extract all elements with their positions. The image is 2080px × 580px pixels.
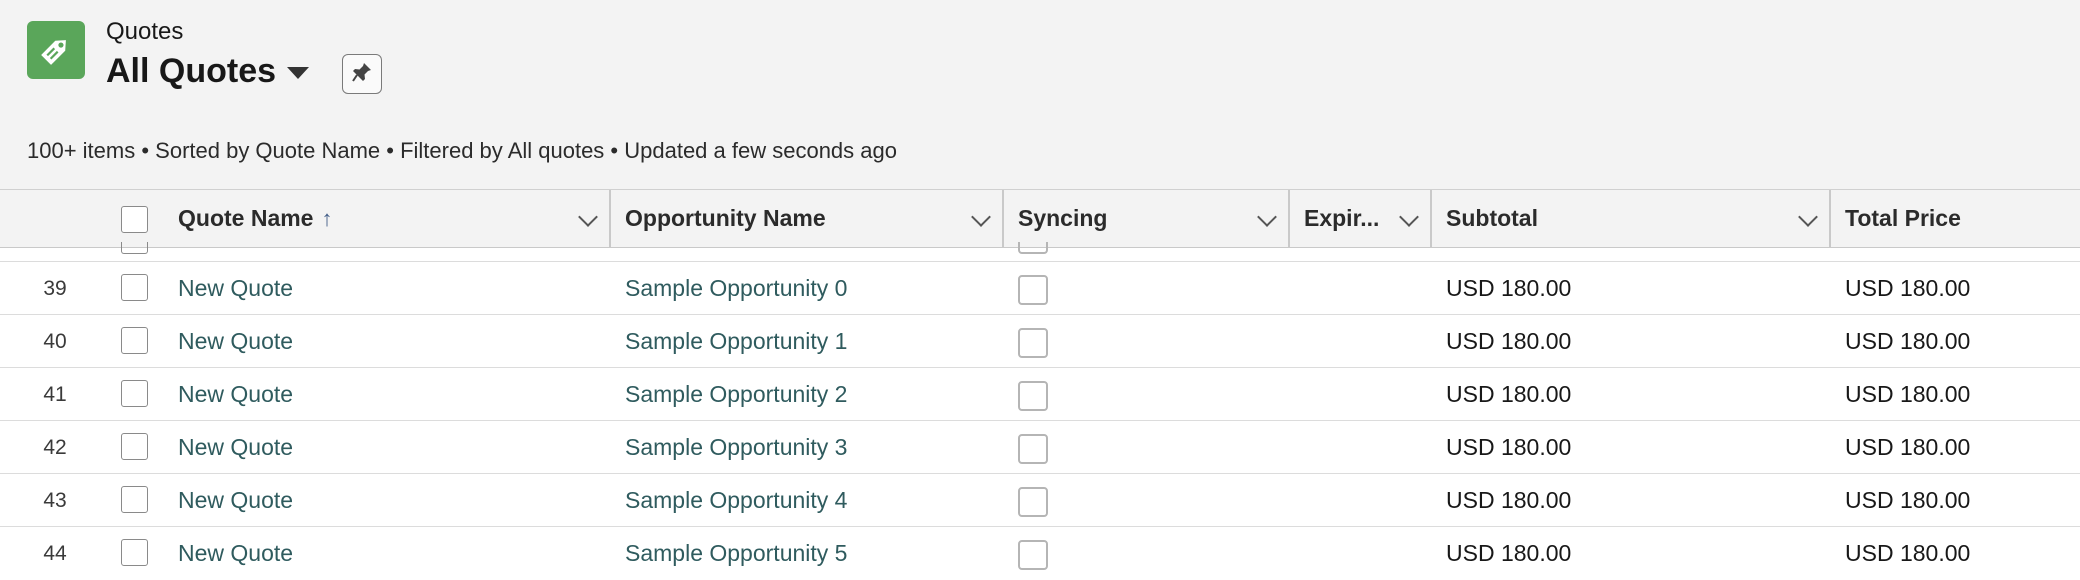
table-row[interactable]: 41 New Quote Sample Opportunity 2 USD 18…	[0, 368, 2080, 421]
total-price-value: USD 180.00	[1845, 434, 1971, 460]
opportunity-name-link[interactable]: Sample Opportunity 3	[625, 421, 847, 474]
opportunity-name-link[interactable]: Sample Opportunity 5	[625, 527, 847, 580]
quote-name-link[interactable]: New Quote	[178, 368, 293, 421]
column-label: Syncing	[1018, 205, 1108, 231]
table-row[interactable]: 43 New Quote Sample Opportunity 4 USD 18…	[0, 474, 2080, 527]
subtotal-value: USD 180.00	[1446, 275, 1572, 301]
chevron-down-icon[interactable]	[971, 207, 991, 227]
row-number: 42	[43, 435, 67, 459]
syncing-checkbox	[1018, 381, 1048, 411]
column-label: Opportunity Name	[625, 205, 826, 231]
row-select-checkbox[interactable]	[121, 486, 148, 513]
total-price-value: USD 180.00	[1845, 540, 1971, 566]
total-price-value: USD 180.00	[1845, 487, 1971, 513]
subtotal-value: USD 180.00	[1446, 381, 1572, 407]
row-number: 39	[43, 276, 67, 300]
row-number: 43	[43, 488, 67, 512]
chevron-down-icon[interactable]	[1399, 207, 1419, 227]
table-header: Quote Name ↑ Opportunity Name Syncing Ex…	[0, 189, 2080, 248]
pin-button[interactable]	[342, 54, 382, 94]
quote-name-link[interactable]: New Quote	[178, 315, 293, 368]
subtotal-value: USD 180.00	[1446, 487, 1572, 513]
row-select-checkbox[interactable]	[121, 274, 148, 301]
row-number: 41	[43, 382, 67, 406]
row-select-checkbox[interactable]	[121, 539, 148, 566]
chevron-down-icon[interactable]	[1257, 207, 1277, 227]
column-header-total-price[interactable]: Total Price	[1830, 190, 2080, 247]
syncing-checkbox	[1018, 328, 1048, 358]
opportunity-name-link[interactable]: Sample Opportunity 1	[625, 315, 847, 368]
column-label: Total Price	[1845, 205, 1961, 231]
subtotal-value: USD 180.00	[1446, 328, 1572, 354]
object-label: Quotes	[106, 18, 184, 45]
table-row[interactable]: 40 New Quote Sample Opportunity 1 USD 18…	[0, 315, 2080, 368]
quote-name-link[interactable]: New Quote	[178, 262, 293, 315]
row-select-checkbox[interactable]	[121, 380, 148, 407]
syncing-checkbox	[1018, 487, 1048, 517]
list-view-title[interactable]: All Quotes	[106, 52, 276, 91]
row-number: 40	[43, 329, 67, 353]
sort-ascending-icon: ↑	[321, 205, 333, 231]
row-select-checkbox[interactable]	[121, 327, 148, 354]
table-row[interactable]: 42 New Quote Sample Opportunity 3 USD 18…	[0, 421, 2080, 474]
column-header-quote-name[interactable]: Quote Name ↑	[163, 190, 609, 247]
syncing-checkbox	[1018, 434, 1048, 464]
syncing-checkbox	[1018, 540, 1048, 570]
chevron-down-icon[interactable]	[1798, 207, 1818, 227]
column-label: Subtotal	[1446, 205, 1538, 231]
column-header-subtotal[interactable]: Subtotal	[1431, 190, 1829, 247]
quote-name-link[interactable]: New Quote	[178, 421, 293, 474]
column-header-expiration[interactable]: Expir...	[1289, 190, 1430, 247]
syncing-checkbox	[1018, 275, 1048, 305]
table-row[interactable]: 39 New Quote Sample Opportunity 0 USD 18…	[0, 262, 2080, 315]
total-price-value: USD 180.00	[1845, 328, 1971, 354]
quote-name-link[interactable]: New Quote	[178, 527, 293, 580]
subtotal-value: USD 180.00	[1446, 540, 1572, 566]
price-tag-icon	[27, 21, 85, 79]
select-all-checkbox[interactable]	[121, 206, 148, 233]
caret-down-icon[interactable]	[287, 67, 309, 79]
opportunity-name-link[interactable]: Sample Opportunity 4	[625, 474, 847, 527]
list-meta-info: 100+ items • Sorted by Quote Name • Filt…	[27, 138, 897, 163]
pin-icon	[350, 60, 374, 89]
row-number: 44	[43, 541, 67, 565]
total-price-value: USD 180.00	[1845, 275, 1971, 301]
subtotal-value: USD 180.00	[1446, 434, 1572, 460]
table-row-partial	[0, 242, 2080, 262]
table-row[interactable]: 44 New Quote Sample Opportunity 5 USD 18…	[0, 527, 2080, 580]
column-label: Quote Name	[178, 205, 314, 231]
opportunity-name-link[interactable]: Sample Opportunity 0	[625, 262, 847, 315]
quote-name-link[interactable]: New Quote	[178, 474, 293, 527]
chevron-down-icon[interactable]	[578, 207, 598, 227]
column-label: Expir...	[1304, 205, 1380, 231]
opportunity-name-link[interactable]: Sample Opportunity 2	[625, 368, 847, 421]
column-header-opportunity-name[interactable]: Opportunity Name	[610, 190, 1002, 247]
total-price-value: USD 180.00	[1845, 381, 1971, 407]
page-header: Quotes All Quotes 100+ items • Sorted by…	[0, 0, 2080, 189]
column-header-syncing[interactable]: Syncing	[1003, 190, 1288, 247]
row-select-checkbox[interactable]	[121, 433, 148, 460]
